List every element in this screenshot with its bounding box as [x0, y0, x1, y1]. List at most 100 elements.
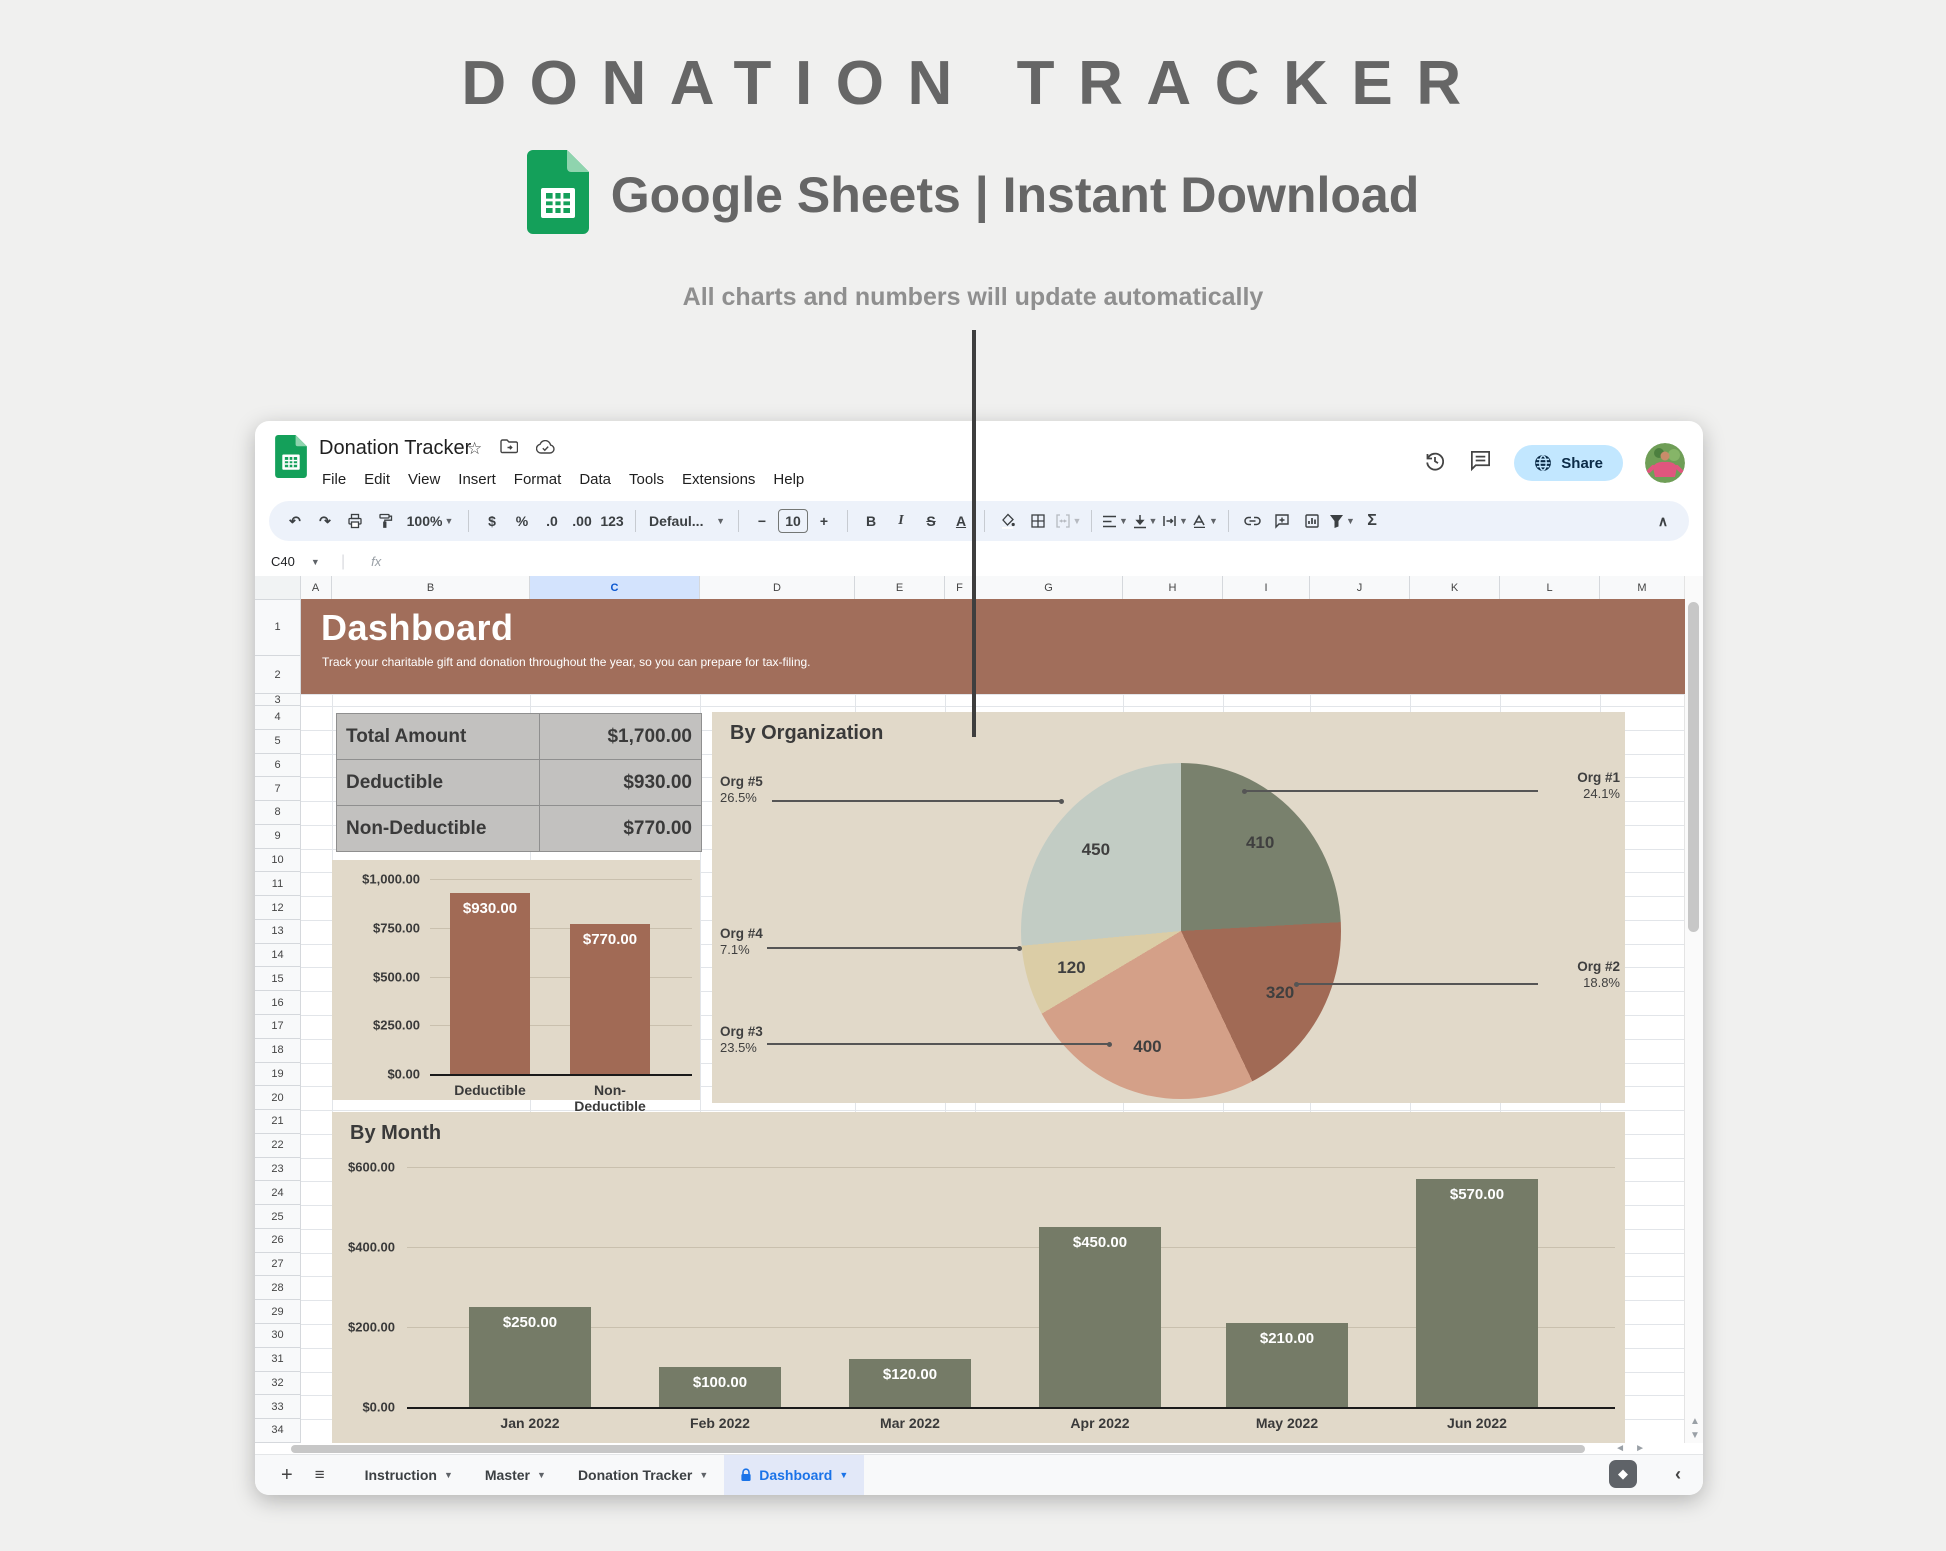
zoom-select[interactable]: 100%▼	[401, 507, 459, 535]
text-rotation-button[interactable]: ▼	[1191, 507, 1219, 535]
font-family-select[interactable]: Defaul...▼	[645, 507, 729, 535]
row-header-22[interactable]: 22	[255, 1134, 301, 1158]
toolbar-collapse-button[interactable]: ∧	[1649, 507, 1677, 535]
monthly-chart[interactable]: By Month $600.00$400.00$200.00$0.00$250.…	[332, 1112, 1625, 1443]
sheet-tab-instruction[interactable]: Instruction▼	[349, 1455, 469, 1495]
column-header-M[interactable]: M	[1600, 576, 1685, 600]
row-header-14[interactable]: 14	[255, 944, 301, 968]
text-wrap-button[interactable]: ▼	[1161, 507, 1189, 535]
row-header-20[interactable]: 20	[255, 1086, 301, 1110]
bar-Feb 2022[interactable]: $100.00	[659, 1367, 781, 1407]
decrease-decimal-button[interactable]: .0	[538, 507, 566, 535]
row-header-29[interactable]: 29	[255, 1300, 301, 1324]
row-header-25[interactable]: 25	[255, 1205, 301, 1229]
add-sheet-button[interactable]: +	[281, 1464, 293, 1487]
menu-help[interactable]: Help	[764, 467, 813, 492]
row-header-6[interactable]: 6	[255, 754, 301, 778]
account-avatar[interactable]	[1645, 443, 1685, 483]
scroll-right-icon[interactable]: ►	[1635, 1443, 1645, 1454]
paint-format-button[interactable]	[371, 507, 399, 535]
merge-cells-button[interactable]: ▼	[1054, 507, 1082, 535]
horizontal-align-button[interactable]: ▼	[1101, 507, 1129, 535]
row-header-32[interactable]: 32	[255, 1372, 301, 1396]
pie[interactable]	[1021, 763, 1341, 1099]
sheets-app-icon[interactable]	[275, 435, 307, 483]
column-header-E[interactable]: E	[855, 576, 945, 600]
row-header-33[interactable]: 33	[255, 1395, 301, 1419]
row-header-16[interactable]: 16	[255, 991, 301, 1015]
column-header-K[interactable]: K	[1410, 576, 1500, 600]
column-header-C[interactable]: C	[530, 576, 700, 600]
bar-May 2022[interactable]: $210.00	[1226, 1323, 1348, 1407]
row-header-9[interactable]: 9	[255, 825, 301, 849]
row-header-15[interactable]: 15	[255, 967, 301, 991]
row-header-5[interactable]: 5	[255, 730, 301, 754]
redo-button[interactable]: ↷	[311, 507, 339, 535]
row-header-10[interactable]: 10	[255, 849, 301, 873]
row-header-28[interactable]: 28	[255, 1276, 301, 1300]
column-header-H[interactable]: H	[1123, 576, 1223, 600]
column-header-G[interactable]: G	[975, 576, 1123, 600]
row-header-19[interactable]: 19	[255, 1063, 301, 1087]
menu-format[interactable]: Format	[505, 467, 571, 492]
column-header-J[interactable]: J	[1310, 576, 1410, 600]
select-all-corner[interactable]	[255, 576, 301, 600]
strikethrough-button[interactable]: S	[917, 507, 945, 535]
print-button[interactable]	[341, 507, 369, 535]
share-button[interactable]: Share	[1514, 445, 1623, 481]
increase-font-size-button[interactable]: +	[810, 507, 838, 535]
row-header-23[interactable]: 23	[255, 1158, 301, 1182]
row-header-4[interactable]: 4	[255, 706, 301, 730]
move-folder-icon[interactable]	[500, 439, 518, 459]
column-header-L[interactable]: L	[1500, 576, 1600, 600]
format-currency-button[interactable]: $	[478, 507, 506, 535]
bar-Jun 2022[interactable]: $570.00	[1416, 1179, 1538, 1407]
sheet-tab-dashboard[interactable]: Dashboard▼	[724, 1455, 864, 1495]
deductible-chart[interactable]: $1,000.00$750.00$500.00$250.00$0.00$930.…	[332, 860, 700, 1100]
row-header-31[interactable]: 31	[255, 1348, 301, 1372]
row-header-1[interactable]: 1	[255, 599, 301, 656]
menu-extensions[interactable]: Extensions	[673, 467, 764, 492]
insert-comment-button[interactable]	[1268, 507, 1296, 535]
scroll-up-icon[interactable]: ▲	[1690, 1416, 1700, 1427]
number-format-button[interactable]: 123	[598, 507, 626, 535]
row-header-34[interactable]: 34	[255, 1419, 301, 1443]
row-header-2[interactable]: 2	[255, 656, 301, 694]
vertical-align-button[interactable]: ▼	[1131, 507, 1159, 535]
row-header-27[interactable]: 27	[255, 1253, 301, 1277]
document-title[interactable]: Donation Tracker	[319, 437, 471, 460]
text-color-button[interactable]: A	[947, 507, 975, 535]
spreadsheet-grid[interactable]: ABCDEFGHIJKLM 12345678910111213141516171…	[255, 576, 1703, 1443]
borders-button[interactable]	[1024, 507, 1052, 535]
menu-tools[interactable]: Tools	[620, 467, 673, 492]
sheet-tab-donation-tracker[interactable]: Donation Tracker▼	[562, 1455, 724, 1495]
row-header-8[interactable]: 8	[255, 801, 301, 825]
row-header-12[interactable]: 12	[255, 896, 301, 920]
row-header-13[interactable]: 13	[255, 920, 301, 944]
row-header-11[interactable]: 11	[255, 872, 301, 896]
vertical-scrollbar-thumb[interactable]	[1688, 602, 1699, 932]
fill-color-button[interactable]	[994, 507, 1022, 535]
menu-insert[interactable]: Insert	[449, 467, 505, 492]
filter-button[interactable]: ▼	[1328, 507, 1356, 535]
bold-button[interactable]: B	[857, 507, 885, 535]
menu-view[interactable]: View	[399, 467, 449, 492]
row-header-30[interactable]: 30	[255, 1324, 301, 1348]
row-header-17[interactable]: 17	[255, 1015, 301, 1039]
scroll-down-icon[interactable]: ▼	[1690, 1430, 1700, 1441]
font-size-input[interactable]: 10	[778, 509, 808, 533]
menu-file[interactable]: File	[313, 467, 355, 492]
organization-pie-chart[interactable]: By Organization 410320400120450Org #124.…	[712, 712, 1625, 1103]
column-header-F[interactable]: F	[945, 576, 975, 600]
vertical-scrollbar[interactable]: ▲ ▼	[1684, 576, 1703, 1443]
version-history-icon[interactable]	[1423, 449, 1447, 478]
increase-decimal-button[interactable]: .00	[568, 507, 596, 535]
cloud-status-icon[interactable]	[536, 439, 555, 459]
explore-button[interactable]: ◆	[1609, 1460, 1637, 1488]
column-header-D[interactable]: D	[700, 576, 855, 600]
functions-button[interactable]: Σ	[1358, 507, 1386, 535]
bar-Apr 2022[interactable]: $450.00	[1039, 1227, 1161, 1407]
name-box[interactable]: C40▼	[255, 554, 341, 569]
decrease-font-size-button[interactable]: −	[748, 507, 776, 535]
sheet-tab-master[interactable]: Master▼	[469, 1455, 562, 1495]
